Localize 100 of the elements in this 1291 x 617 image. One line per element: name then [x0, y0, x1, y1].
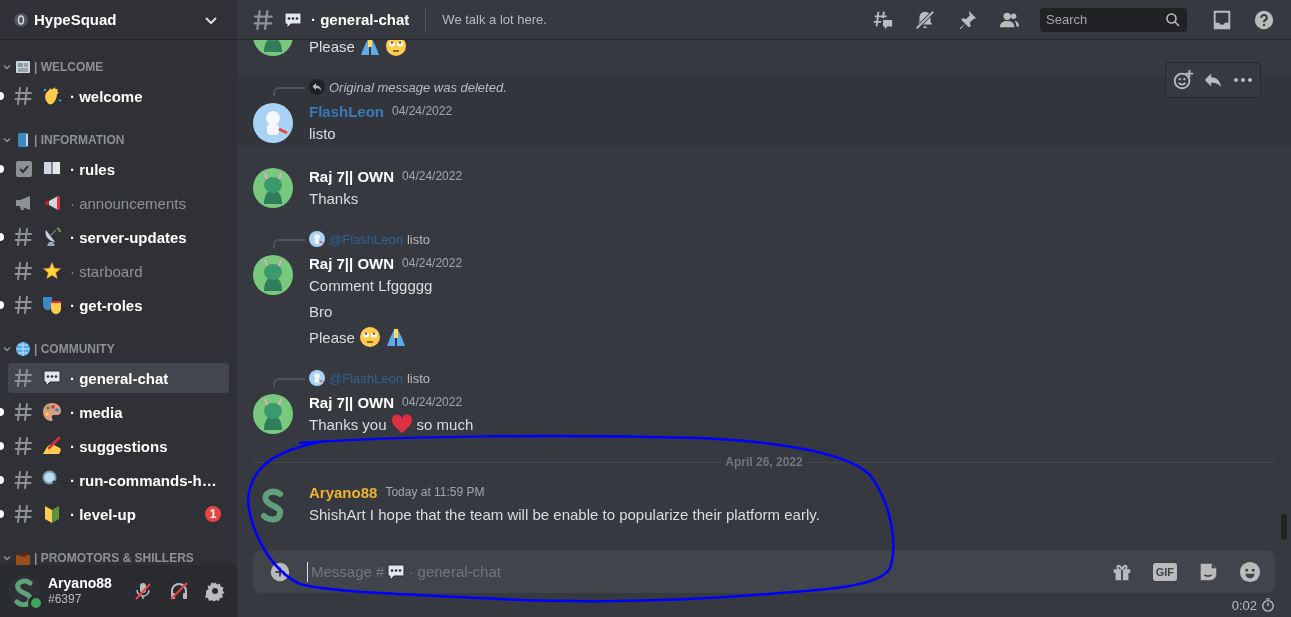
timestamp: Today at 11:59 PM [385, 485, 485, 499]
speech-bubble-icon [42, 368, 62, 388]
hash-icon [14, 470, 34, 490]
magnifier-icon [42, 470, 62, 490]
gif-button[interactable]: GIF [1152, 562, 1177, 581]
channel-item[interactable]: · welcome [8, 81, 229, 111]
reply-preview[interactable]: listo [406, 370, 431, 386]
username: Aryano88 [48, 575, 113, 591]
author-name[interactable]: Aryano88 [309, 483, 378, 501]
heart-icon [390, 413, 413, 435]
server-boost-icon [14, 12, 28, 27]
category-header[interactable]: | INFORMATION [0, 111, 229, 150]
channel-item[interactable]: · run-commands-h… [8, 465, 229, 495]
face-emoji-icon [358, 326, 381, 348]
hash-icon [14, 295, 34, 315]
notifications-button[interactable] [914, 8, 936, 31]
reply-preview[interactable]: listo [406, 231, 431, 247]
hand-icon [42, 86, 62, 106]
message-text: Thanks [309, 189, 359, 207]
masks-icon [42, 295, 62, 315]
message-text: so much [416, 415, 474, 433]
praying-hands-icon [358, 40, 381, 57]
timestamp: 04/24/2022 [402, 169, 463, 183]
reply-connector [273, 378, 305, 387]
avatar [253, 168, 293, 208]
category-header[interactable]: | PROMOTORS & SHILLERS [0, 529, 229, 565]
hash-icon [14, 436, 34, 456]
briefcase-icon [15, 550, 31, 565]
category-header[interactable]: | WELCOME [0, 40, 229, 77]
channel-item[interactable]: · server-updates [8, 222, 229, 252]
reply-connector [273, 239, 305, 248]
search-input[interactable]: Search [1046, 12, 1165, 27]
search-field[interactable]: Search [1040, 7, 1187, 32]
channel-item[interactable]: · suggestions [8, 431, 229, 461]
category-header[interactable]: | COMMUNITY [0, 320, 229, 359]
timestamp: 04/24/2022 [392, 104, 453, 118]
add-circle-icon [269, 560, 291, 583]
reply-preview[interactable]: Original message was deleted. [329, 79, 507, 95]
message-text: Bro [309, 302, 333, 320]
hash-icon [14, 86, 34, 106]
megaphone-icon [42, 193, 62, 213]
beginner-mark-icon [42, 504, 62, 524]
stopwatch-icon [1261, 598, 1275, 612]
hash-icon [14, 504, 34, 524]
praying-hands-icon [384, 326, 407, 348]
author-name[interactable]: Raj 7|| OWN [309, 393, 395, 411]
message-text: Thanks you [309, 415, 387, 433]
avatar [309, 231, 325, 247]
muted-bell-icon [914, 8, 936, 31]
channel-item[interactable]: · general-chat [8, 363, 229, 393]
date-divider: April 26, 2022 [725, 455, 803, 469]
message-text: ShishArt I hope that the team will be enable to popularize their platform early. [309, 505, 820, 523]
inbox-button[interactable] [1211, 8, 1233, 31]
scrollbar-thumb[interactable] [1281, 514, 1287, 540]
reply-connector [273, 87, 305, 96]
channel-topic: We talk a lot here. [442, 12, 548, 27]
avatar [253, 103, 293, 143]
hash-icon [14, 261, 34, 281]
message-text: Please [309, 328, 355, 346]
hash-icon [14, 368, 34, 388]
channel-item[interactable]: · level-up 1 [8, 499, 229, 529]
channel-item[interactable]: · rules [8, 154, 229, 184]
globe-icon [15, 341, 31, 357]
avatar [309, 370, 325, 386]
channel-item[interactable]: · starboard [8, 256, 229, 286]
speech-bubble-icon [386, 561, 407, 582]
user-tag: #6397 [48, 591, 121, 607]
avatar [253, 394, 293, 434]
help-button[interactable] [1253, 8, 1275, 31]
message-text: listo [309, 124, 336, 142]
message-text: Comment Lfggggg [309, 276, 433, 294]
rules-icon [14, 159, 34, 179]
search-icon [1165, 11, 1181, 28]
help-icon [1253, 8, 1275, 31]
writing-hand-icon [42, 436, 62, 456]
emoji-button[interactable] [1239, 560, 1261, 583]
channel-title: · general-chat [311, 11, 410, 28]
mention-badge: 1 [205, 506, 221, 522]
upload-button[interactable] [269, 560, 291, 583]
slowmode-timer: 0:02 [1231, 597, 1257, 613]
deafened-headphones-icon [169, 581, 189, 601]
speech-bubble-icon [283, 9, 303, 30]
channel-item[interactable]: · announcements [8, 188, 229, 218]
server-name[interactable]: HypeSquad [34, 11, 193, 28]
hash-icon [253, 8, 275, 31]
open-book-icon [42, 159, 62, 179]
author-name[interactable]: Raj 7|| OWN [309, 254, 395, 272]
timestamp: 04/24/2022 [402, 395, 463, 409]
author-name[interactable]: Raj 7|| OWN [309, 167, 395, 185]
channel-item[interactable]: · media [8, 397, 229, 427]
hash-icon [14, 227, 34, 247]
avatar [253, 255, 293, 295]
settings-icon [205, 581, 225, 601]
star-icon [42, 261, 62, 281]
channel-item[interactable]: · get-roles [8, 290, 229, 320]
newspaper-icon [15, 59, 31, 75]
timestamp: 04/24/2022 [402, 256, 463, 270]
smiley-icon [1239, 560, 1261, 583]
add-reaction-icon [1172, 69, 1194, 91]
muted-mic-icon [133, 581, 153, 601]
